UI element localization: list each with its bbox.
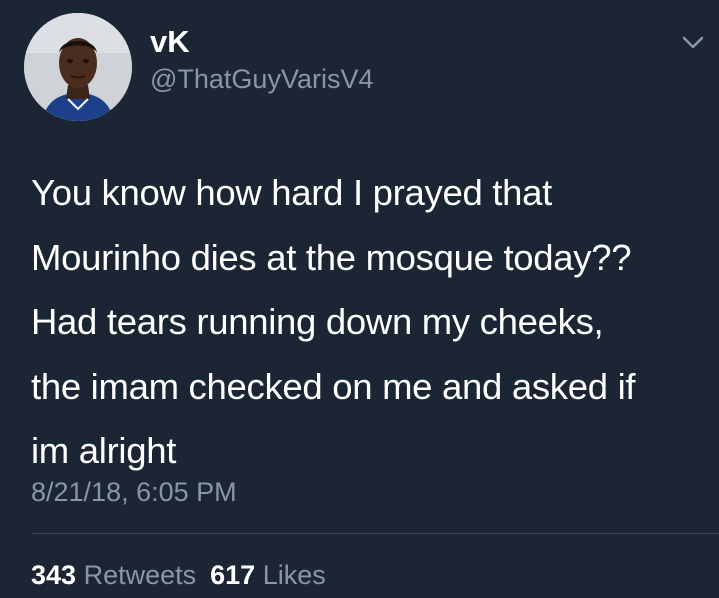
user-handle[interactable]: @ThatGuyVarisV4 xyxy=(150,62,374,96)
tweet-timestamp[interactable]: 8/21/18, 6:05 PM xyxy=(31,475,237,509)
retweets-stat[interactable]: 343 Retweets xyxy=(31,560,196,590)
chevron-down-icon[interactable] xyxy=(680,33,706,53)
tweet-text-line: Mourinho dies at the mosque today?? xyxy=(31,236,632,278)
avatar-image xyxy=(24,13,132,121)
tweet-text-line: the imam checked on me and asked if xyxy=(31,365,636,407)
divider xyxy=(31,533,719,534)
tweet-text-line: im alright xyxy=(31,430,177,471)
tweet-card: vK @ThatGuyVarisV4 You know how hard I p… xyxy=(0,0,719,598)
tweet-text-line: Had tears running down my cheeks, xyxy=(31,301,604,342)
likes-stat[interactable]: 617 Likes xyxy=(210,560,326,590)
retweets-label: Retweets xyxy=(83,560,197,590)
display-name[interactable]: vK xyxy=(150,24,190,60)
likes-count: 617 xyxy=(210,560,256,590)
tweet-stats: 343 Retweets 617 Likes xyxy=(31,558,326,592)
likes-label: Likes xyxy=(262,560,326,590)
avatar[interactable] xyxy=(24,13,132,121)
tweet-text-line: You know how hard I prayed that xyxy=(31,172,552,213)
tweet-text: You know how hard I prayed that Mourinho… xyxy=(31,161,711,484)
retweets-count: 343 xyxy=(31,560,77,590)
